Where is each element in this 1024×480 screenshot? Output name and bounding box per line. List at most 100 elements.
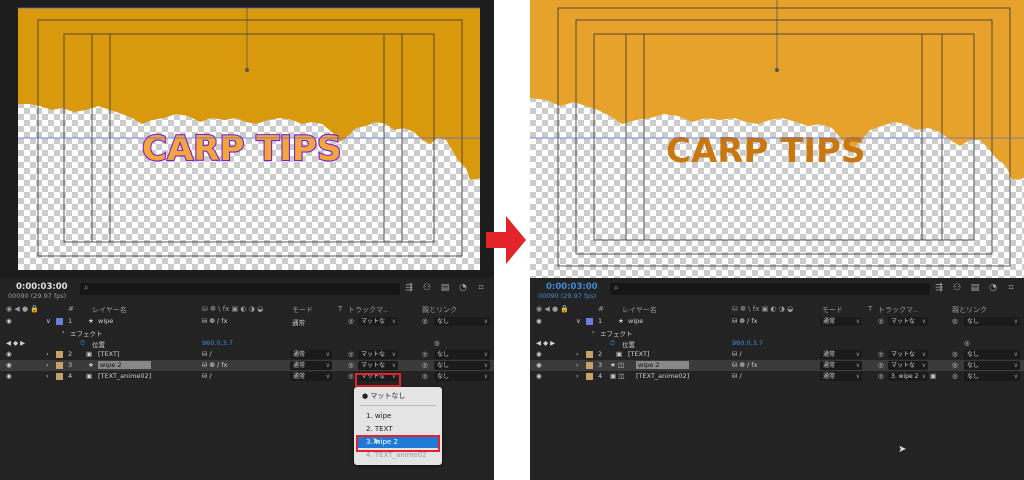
parent-dropdown[interactable]: なし (434, 361, 490, 370)
layer-switches[interactable]: ⛁ ❁ ∕ fx (202, 361, 227, 369)
frame-blend-icon[interactable]: ▤ (968, 282, 982, 294)
parent-dropdown[interactable]: なし (434, 317, 490, 326)
pickwhip-icon[interactable]: ◎ (952, 350, 958, 358)
matte-icon[interactable]: ◎ (348, 350, 354, 358)
keyframe-nav-icon[interactable]: ◀ ◆ ▶ (536, 339, 555, 347)
shy-icon[interactable]: ⚇ (950, 282, 964, 294)
label-color[interactable] (586, 351, 593, 358)
matte-icon[interactable]: ◎ (878, 350, 884, 358)
matte-icon[interactable]: ◎ (348, 361, 354, 369)
pickwhip-icon[interactable]: ◎ (422, 372, 428, 380)
layer-name[interactable]: wipe 2 (98, 361, 152, 369)
layer-switches[interactable]: ⛁ ∕ (202, 350, 212, 358)
label-color[interactable] (586, 373, 593, 380)
pickwhip-icon[interactable]: ◎ (952, 361, 958, 369)
mode-dropdown[interactable]: 通常 (820, 361, 862, 370)
position-row[interactable]: ◀ ◆ ▶ ⏱ 位置 960.0,3.7 ◎ (0, 338, 494, 349)
track-matte-dropdown[interactable]: 3. wipe 2 (888, 372, 928, 381)
matte-icon[interactable]: ◎ (348, 372, 354, 380)
layer-name[interactable]: wipe (98, 317, 113, 325)
composition-viewer[interactable]: CARP TIPS (0, 0, 494, 278)
pickwhip-icon[interactable]: ◎ (422, 350, 428, 358)
twirl-chevron-icon[interactable]: ∨ (46, 317, 51, 325)
graph-editor-icon[interactable]: ⌗ (474, 282, 488, 294)
layer-name[interactable]: [TEXT_anime02] (636, 372, 689, 380)
layer-row[interactable]: ◉ › 2 ▣ [TEXT] ⛁ ∕ 通常 ◎ マットな ◎ なし (530, 349, 1024, 360)
layer-switches[interactable]: ⛁ ∕ (732, 372, 742, 380)
current-time[interactable]: 0:00:03:00 (16, 282, 68, 292)
mode-dropdown[interactable]: 通常 (290, 372, 332, 381)
twirl-right-icon[interactable]: › (592, 328, 595, 336)
visibility-eye-icon[interactable]: ◉ (6, 361, 12, 369)
matte-icon[interactable]: ◎ (878, 361, 884, 369)
parent-dropdown[interactable]: なし (964, 317, 1020, 326)
visibility-eye-icon[interactable]: ◉ (536, 317, 542, 325)
label-color[interactable] (56, 373, 63, 380)
layer-row[interactable]: ◉ › 4 ▣ ◫ [TEXT_anime02] ⛁ ∕ 通常 ◎ 3. wip… (530, 371, 1024, 382)
mode-value[interactable]: 通常 (292, 317, 305, 327)
twirl-chevron-icon[interactable]: › (46, 350, 49, 358)
track-matte-menu[interactable]: ● マットなし 1. wipe 2. TEXT 3. wipe 2 4. TEX… (354, 387, 442, 465)
comp-flowchart-icon[interactable]: ⇶ (402, 282, 416, 294)
layer-switches[interactable]: ⛁ ❁ ∕ fx (732, 317, 757, 325)
parent-dropdown[interactable]: なし (964, 350, 1020, 359)
current-time[interactable]: 0:00:03:00 (546, 282, 598, 292)
mode-dropdown[interactable]: 通常 (820, 317, 862, 326)
menu-item-text[interactable]: 2. TEXT (358, 424, 438, 435)
mode-dropdown[interactable]: 通常 (290, 361, 332, 370)
twirl-chevron-icon[interactable]: › (576, 350, 579, 358)
visibility-eye-icon[interactable]: ◉ (6, 350, 12, 358)
pickwhip-icon[interactable]: ◎ (952, 372, 958, 380)
layer-search-input[interactable]: ⌕ (80, 283, 400, 295)
label-color[interactable] (586, 318, 593, 325)
layer-switches[interactable]: ⛁ ❁ ∕ fx (202, 317, 227, 325)
label-color[interactable] (56, 362, 63, 369)
visibility-eye-icon[interactable]: ◉ (6, 372, 12, 380)
graph-editor-icon[interactable]: ⌗ (1004, 282, 1018, 294)
track-matte-dropdown[interactable]: マットな (358, 350, 398, 359)
matte-icon[interactable]: ◎ (348, 317, 354, 325)
effects-row[interactable]: › エフェクト (530, 327, 1024, 338)
track-matte-dropdown[interactable]: マットな (358, 361, 398, 370)
position-value[interactable]: 960.0,3.7 (202, 339, 233, 347)
visibility-eye-icon[interactable]: ◉ (536, 361, 542, 369)
mode-dropdown[interactable]: 通常 (820, 372, 862, 381)
matte-icon[interactable]: ◎ (878, 317, 884, 325)
layer-switches[interactable]: ⛁ ∕ (202, 372, 212, 380)
composition-viewer[interactable]: CARP TIPS (530, 0, 1024, 278)
label-color[interactable] (56, 351, 63, 358)
layer-row[interactable]: ◉ › 3 ★ ◫ wipe 2 ⛁ ❁ ∕ fx 通常 ◎ マットな ◎ なし (530, 360, 1024, 371)
pickwhip-icon[interactable]: ◎ (422, 361, 428, 369)
layer-row[interactable]: ◉ ∨ 1 ★ wipe ⛁ ❁ ∕ fx 通常 ◎ マットな ◎ なし (0, 316, 494, 327)
track-matte-dropdown[interactable]: マットな (888, 361, 928, 370)
motion-blur-icon[interactable]: ◔ (986, 282, 1000, 294)
label-color[interactable] (56, 318, 63, 325)
parent-dropdown[interactable]: なし (434, 372, 490, 381)
stopwatch-icon[interactable]: ⏱ (610, 339, 615, 348)
layer-row[interactable]: ◉ ∨ 1 ★ wipe ⛁ ❁ ∕ fx 通常 ◎ マットな ◎ なし (530, 316, 1024, 327)
twirl-chevron-icon[interactable]: › (576, 361, 579, 369)
layer-switches[interactable]: ⛁ ❁ ∕ fx (732, 361, 757, 369)
position-row[interactable]: ◀ ◆ ▶ ⏱ 位置 960.0,3.7 ◎ (530, 338, 1024, 349)
layer-row[interactable]: ◉ › 3 ★ wipe 2 ⛁ ❁ ∕ fx 通常 ◎ マットな ◎ なし (0, 360, 494, 371)
layer-name-header[interactable]: レイヤー名 (622, 305, 657, 315)
twirl-chevron-icon[interactable]: › (46, 361, 49, 369)
pickwhip-icon[interactable]: ◎ (952, 317, 958, 325)
position-value[interactable]: 960.0,3.7 (732, 339, 763, 347)
frame-blend-icon[interactable]: ▤ (438, 282, 452, 294)
layer-name[interactable]: wipe (628, 317, 643, 325)
track-matte-dropdown[interactable]: マットな (888, 317, 928, 326)
track-matte-dropdown[interactable]: マットな (888, 350, 928, 359)
visibility-eye-icon[interactable]: ◉ (536, 372, 542, 380)
twirl-chevron-icon[interactable]: › (46, 372, 49, 380)
label-color[interactable] (586, 362, 593, 369)
expression-pickwhip-icon[interactable]: ◎ (964, 339, 970, 347)
layer-name[interactable]: [TEXT] (98, 350, 119, 358)
layer-name-header[interactable]: レイヤー名 (92, 305, 127, 315)
keyframe-nav-icon[interactable]: ◀ ◆ ▶ (6, 339, 25, 347)
twirl-chevron-icon[interactable]: ∨ (576, 317, 581, 325)
mode-dropdown[interactable]: 通常 (820, 350, 862, 359)
menu-item-wipe[interactable]: 1. wipe (358, 411, 438, 422)
parent-dropdown[interactable]: なし (434, 350, 490, 359)
layer-name[interactable]: [TEXT_anime02] (98, 372, 151, 380)
